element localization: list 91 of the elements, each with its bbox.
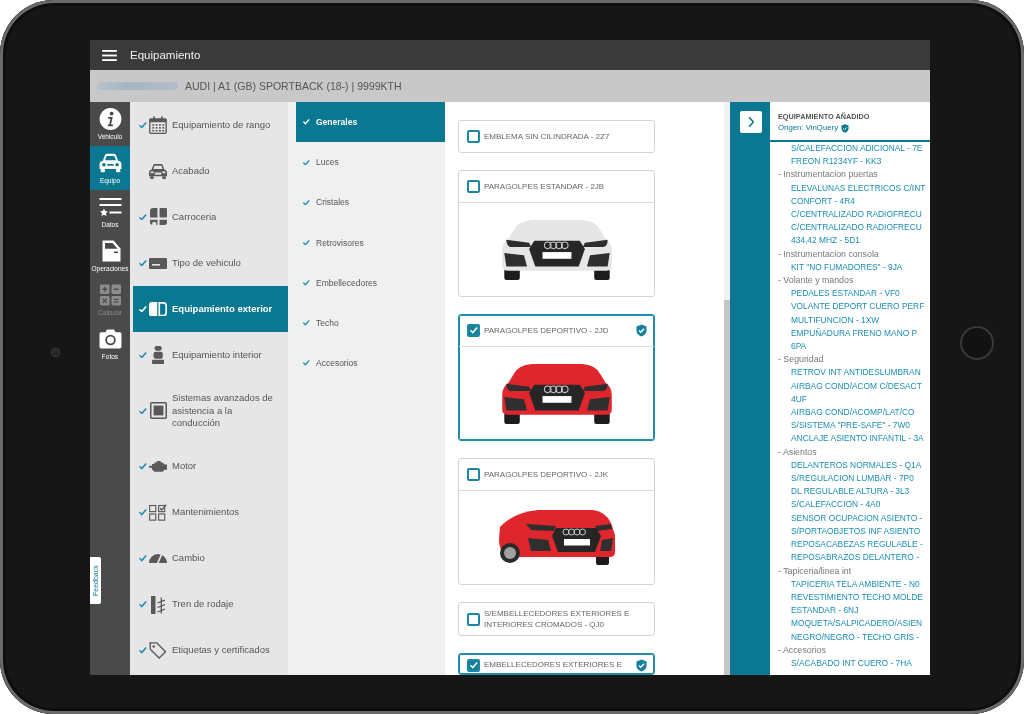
option-title: PARAGOLPES DEPORTIVO - 2JK (484, 469, 610, 480)
group-heading: - Seguridad (778, 353, 824, 367)
equipment-item: AIRBAG COND/ACOM C/DESACT 4UF (791, 379, 922, 406)
car-icon (98, 151, 122, 174)
camera-dot-icon (51, 348, 60, 357)
option-title: S/EMBELLECEDORES EXTERIORES E INTERIORES CROMADOS - QJ0 (484, 608, 631, 630)
subcategory-item[interactable]: Generales (296, 102, 445, 143)
subcategory-item[interactable]: Embellecedores (288, 262, 445, 303)
equipment-item: S/PORTAOBJETOS INF ASIENTO (791, 524, 921, 538)
equipment-item: DL REGULABLE ALTURA - 3L3 (791, 485, 910, 499)
equipment-item: C/CENTRALIZADO RADIOFRECU 434,42 MHZ - 5D1 (791, 221, 922, 248)
chevron-right-icon (747, 116, 755, 128)
seat-icon (151, 346, 165, 364)
equipment-item: S/REGULACION LUMBAR - 7P0 (791, 472, 914, 486)
car-panels-icon (149, 208, 167, 226)
shield-check-icon (841, 123, 850, 133)
option-title: EMBELLECEDORES EXTERIORES E (484, 659, 623, 670)
app-title: Equipamiento (130, 49, 201, 61)
equipment-item: ELEVALUNAS ELECTRICOS C/INT CONFORT - 4R4 (791, 181, 926, 208)
expand-panel-button[interactable] (740, 111, 762, 133)
category-item[interactable]: Motor (130, 443, 288, 490)
group-heading: - Tapiceria/linea int (778, 564, 852, 578)
option-title: PARAGOLPES ESTANDAR - 2JB (484, 181, 606, 192)
checklist-icon (149, 504, 167, 521)
option-title: PARAGOLPES DEPORTIVO - 2JD (484, 325, 610, 336)
equipment-item: TAPICERIA TELA AMBIENTE - N0 (791, 577, 920, 591)
menu-icon[interactable] (102, 49, 117, 61)
equipment-item: VOLANTE DEPORT CUERO PERF MULTIFUNCION - 1XW (791, 300, 925, 327)
equipment-item: S/CALEFACCION ADICIONAL - 7E (791, 142, 923, 155)
group-heading: - Instrumentacion puertas (778, 168, 878, 182)
equipment-item: S/SISTEMA "PRE-SAFE" - 7W0 (791, 419, 911, 433)
category-item[interactable]: Equipamiento exterior (133, 286, 288, 332)
subcategory-item[interactable]: Retrovisores (288, 222, 445, 263)
group-heading: - Volante y mandos (778, 274, 854, 288)
checkbox[interactable] (467, 180, 480, 193)
door-panel-icon (149, 301, 167, 317)
car-icon (149, 163, 167, 179)
subcategory-item[interactable]: Accesorios (288, 343, 445, 384)
checkbox[interactable] (467, 324, 480, 337)
checkbox[interactable] (467, 659, 480, 672)
category-item[interactable]: Mantenimientos (130, 489, 288, 536)
equipment-item: MOQUETA/SALPICADERO/ASIEN NEGRO/NEGRO - TECHO GRIS - (791, 617, 923, 644)
option-title: EMBLEMA SIN CILINDRADA - 2Z7 (484, 131, 611, 142)
category-item[interactable]: Equipamiento de rango (130, 102, 288, 148)
category-item[interactable]: Etiquetas y certificados (130, 627, 288, 674)
group-heading: - Accesorios (778, 643, 826, 657)
equipment-item: REPOSACABEZAS REGULABLE - (791, 538, 923, 552)
equipment-item: C/CENTRALIZADO RADIOFRECU (791, 208, 922, 221)
equipment-item: DELANTEROS NORMALES - Q1A (791, 458, 922, 472)
category-item[interactable]: Cambio (130, 535, 288, 582)
equipment-item: FREON R1234YF - KK3 (791, 155, 882, 169)
group-heading: - Instrumentacion consola (778, 247, 879, 261)
suspension-icon (151, 595, 165, 614)
equipment-item: PEDALES ESTANDAR - VF0 (791, 287, 900, 301)
list-star-icon (98, 195, 122, 218)
checkmark-icon (469, 662, 478, 669)
category-item[interactable]: Tren de rodaje (130, 581, 288, 628)
gauge-icon (149, 554, 167, 563)
engine-icon (149, 461, 167, 472)
checkbox[interactable] (467, 612, 480, 626)
equipment-item: S/ACABADO INT CUERO - 7HA (791, 656, 912, 670)
equipment-item: REPOSABRAZOS DELANTERO - (791, 551, 919, 565)
card-icon (149, 257, 167, 269)
equipment-item: AIRBAG COND/ACOMP/LAT/CO (791, 406, 915, 420)
checkbox[interactable] (467, 468, 480, 481)
equipment-item: SENSOR OCUPACION ASIENTO - (791, 511, 923, 525)
category-item[interactable]: Acabado (130, 148, 288, 194)
subcategory-item[interactable]: Cristales (288, 182, 445, 223)
calculator-icon (98, 283, 122, 306)
info-icon (98, 107, 122, 130)
scrollbar-thumb[interactable] (724, 300, 730, 675)
category-item[interactable]: Sistemas avanzados de asistencia a la conducción (130, 378, 288, 444)
screen-icon (149, 402, 167, 420)
equipment-item: KIT "NO FUMADORES" - 9JA (791, 260, 903, 274)
category-item[interactable]: Tipo de vehiculo (130, 240, 288, 286)
category-item[interactable]: Carroceria (130, 194, 288, 240)
equipment-item: RETROV INT ANTIDESLUMBRAN (791, 366, 921, 380)
checkmark-icon (469, 327, 478, 334)
subcategory-item[interactable]: Luces (288, 142, 445, 183)
group-heading: - Asientos (778, 445, 817, 459)
category-item[interactable]: Equipamiento interior (130, 332, 288, 378)
equipment-item: S/CALEFACCION - 4A0 (791, 498, 881, 512)
equipment-item: EMPUÑADURA FRENO MANO P 6PA (791, 326, 918, 354)
calendar-icon (149, 116, 167, 134)
subcategory-item[interactable]: Techo (288, 302, 445, 344)
equipment-item: REVESTIMIENTO TECHO MOLDE ESTANDAR - 6NJ (791, 590, 923, 618)
vehicle-description: AUDI | A1 (GB) SPORTBACK (18-) | 9999KTH (185, 80, 402, 92)
tag-icon (149, 642, 167, 659)
camera-icon (98, 327, 122, 350)
equipment-item: ANCLAJE ASIENTO INFANTIL - 3A (791, 432, 924, 446)
checkbox[interactable] (467, 130, 480, 143)
